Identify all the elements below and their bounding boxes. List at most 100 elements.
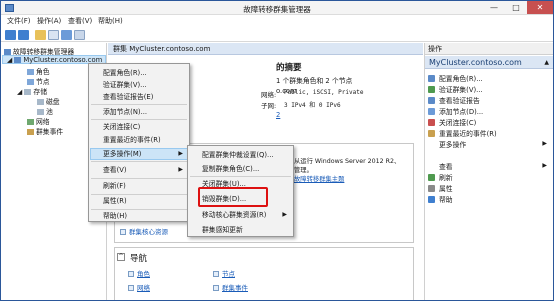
console-icon[interactable] — [48, 30, 59, 40]
folder-icon[interactable] — [35, 30, 46, 40]
roles-icon — [27, 69, 34, 75]
refresh-icon — [428, 174, 435, 181]
close-button[interactable]: ✕ — [527, 1, 553, 14]
action-close-connection[interactable]: 关闭连接(C) — [428, 117, 476, 127]
action-add-node[interactable]: 添加节点(D)... — [428, 106, 483, 116]
core-resources-link[interactable]: 群集核心资源 — [120, 226, 168, 236]
submenu-copy-roles[interactable]: 复制群集角色(C)... — [188, 163, 259, 175]
ctx-add-node[interactable]: 添加节点(N)... — [89, 106, 147, 118]
tree-item-events[interactable]: 群集事件 — [27, 126, 63, 136]
action-reset-events[interactable]: 重置最近的事件(R) — [428, 128, 497, 138]
action-configure-role[interactable]: 配置角色(R)... — [428, 73, 483, 83]
tree-item-storage[interactable]: ◢ 存储 — [17, 86, 47, 96]
summary-title: 的摘要 — [276, 63, 302, 73]
view-icon[interactable] — [74, 30, 85, 40]
nav-link-nodes[interactable]: 节点 — [213, 268, 235, 278]
events-icon — [27, 129, 34, 135]
summary-link[interactable]: 2 — [276, 111, 280, 119]
action-validate[interactable]: 验证群集(V)... — [428, 84, 483, 94]
pool-icon — [37, 109, 44, 115]
network-icon — [128, 285, 134, 291]
blank-icon — [428, 141, 435, 148]
nav-link-roles[interactable]: 角色 — [128, 268, 150, 278]
help-icon[interactable] — [61, 30, 72, 40]
subnets-label: 子网: — [261, 102, 277, 110]
role-icon — [428, 75, 435, 82]
tree-item-networks[interactable]: 网络 — [27, 116, 50, 126]
menu-action[interactable]: 操作(A) — [37, 16, 61, 26]
context-menu: 配置角色(R)... 验证群集(V)... 查看验证报告(E) 添加节点(N).… — [88, 63, 190, 222]
main-window: 故障转移群集管理器 — □ ✕ 文件(F) 操作(A) 查看(V) 帮助(H) … — [0, 0, 554, 301]
action-properties[interactable]: 属性 — [428, 183, 453, 193]
collapse-icon[interactable]: ◢ — [17, 88, 22, 96]
center-header: 群集 MyCluster.contoso.com — [108, 43, 423, 55]
nav-link-networks[interactable]: 网络 — [128, 282, 150, 292]
summary-subtitle: 1 个群集角色和 2 个节点 — [276, 77, 353, 85]
forward-icon[interactable] — [18, 30, 29, 40]
ctx-view[interactable]: 查看(V) ▶ — [89, 164, 189, 176]
events-icon — [213, 285, 219, 291]
submenu-arrow-icon: ▶ — [542, 140, 547, 147]
back-icon[interactable] — [5, 30, 16, 40]
info-link[interactable]: 故障转移群集主题 — [294, 174, 344, 183]
section-collapse-icon[interactable]: ▲ — [544, 59, 549, 66]
menu-separator — [190, 176, 291, 177]
maximize-button[interactable]: □ — [505, 1, 527, 14]
submenu-move-core[interactable]: 移动核心群集资源(R) ▶ — [188, 209, 293, 221]
add-node-icon — [428, 108, 435, 115]
ctx-configure-role[interactable]: 配置角色(R)... — [89, 67, 147, 79]
submenu-cau[interactable]: 群集感知更新 — [188, 224, 243, 236]
tree-item-pools[interactable]: 池 — [37, 106, 53, 116]
info-text: 从运行 Windows Server 2012 R2、 — [294, 158, 401, 165]
action-refresh[interactable]: 刷新 — [428, 172, 453, 182]
menu-view[interactable]: 查看(V) — [68, 16, 92, 26]
nav-collapse-icon[interactable]: ^ — [117, 253, 125, 261]
action-more-actions[interactable]: 更多操作 — [428, 139, 466, 149]
ctx-validate-cluster[interactable]: 验证群集(V)... — [89, 79, 147, 91]
tree-item-roles[interactable]: 角色 — [27, 66, 50, 76]
ctx-refresh[interactable]: 刷新(F) — [89, 180, 126, 192]
ctx-close-connection[interactable]: 关闭连接(C) — [89, 121, 140, 133]
disk-icon — [37, 99, 44, 105]
ctx-view-report[interactable]: 查看验证报告(E) — [89, 91, 153, 103]
networks-value: Public, iSCSI, Private — [284, 89, 364, 96]
submenu-quorum[interactable]: 配置群集仲裁设置(Q)... — [188, 149, 274, 161]
menu-file[interactable]: 文件(F) — [7, 16, 31, 26]
action-view-report[interactable]: 查看验证报告 — [428, 95, 480, 105]
properties-icon — [428, 185, 435, 192]
ctx-more-actions[interactable]: 更多操作(M) ▶ — [89, 148, 189, 160]
cluster-manager-icon — [4, 49, 11, 55]
resource-icon — [120, 229, 126, 235]
menu-separator — [91, 104, 187, 105]
blank-icon — [428, 163, 435, 170]
menu-help[interactable]: 帮助(H) — [98, 16, 123, 26]
submenu-arrow-icon: ▶ — [178, 166, 183, 173]
window-title: 故障转移群集管理器 — [243, 5, 311, 14]
nav-title: 导航 — [130, 254, 148, 264]
action-help[interactable]: 帮助 — [428, 194, 453, 204]
tree-root[interactable]: 故障转移群集管理器 — [4, 46, 74, 56]
tree-item-disks[interactable]: 磁盘 — [37, 96, 60, 106]
ctx-help[interactable]: 帮助(H) — [89, 210, 127, 222]
action-view[interactable]: 查看 — [428, 161, 453, 171]
help-icon — [428, 196, 435, 203]
collapse-icon[interactable]: ◢ — [7, 56, 12, 64]
networks-label: 网络: — [261, 91, 277, 99]
submenu-arrow-icon: ▶ — [542, 162, 547, 169]
nodes-icon — [27, 79, 34, 85]
actions-section[interactable]: MyCluster.contoso.com — [425, 56, 553, 69]
nodes-icon — [213, 271, 219, 277]
minimize-button[interactable]: — — [483, 1, 505, 14]
title-bar: 故障转移群集管理器 — □ ✕ — [1, 1, 553, 15]
nav-link-events[interactable]: 群集事件 — [213, 282, 248, 292]
menu-separator — [91, 161, 187, 162]
ctx-properties[interactable]: 属性(R) — [89, 195, 127, 207]
info-text-2: 管理。 — [294, 167, 313, 174]
tree-item-nodes[interactable]: 节点 — [27, 76, 50, 86]
cluster-icon — [14, 57, 22, 63]
submenu-arrow-icon: ▶ — [282, 211, 287, 218]
report-icon — [428, 97, 435, 104]
ctx-reset-events[interactable]: 重置最近的事件(R) — [89, 134, 161, 146]
roles-icon — [128, 271, 134, 277]
subnets-value: 3 IPv4 和 0 IPv6 — [284, 102, 341, 109]
